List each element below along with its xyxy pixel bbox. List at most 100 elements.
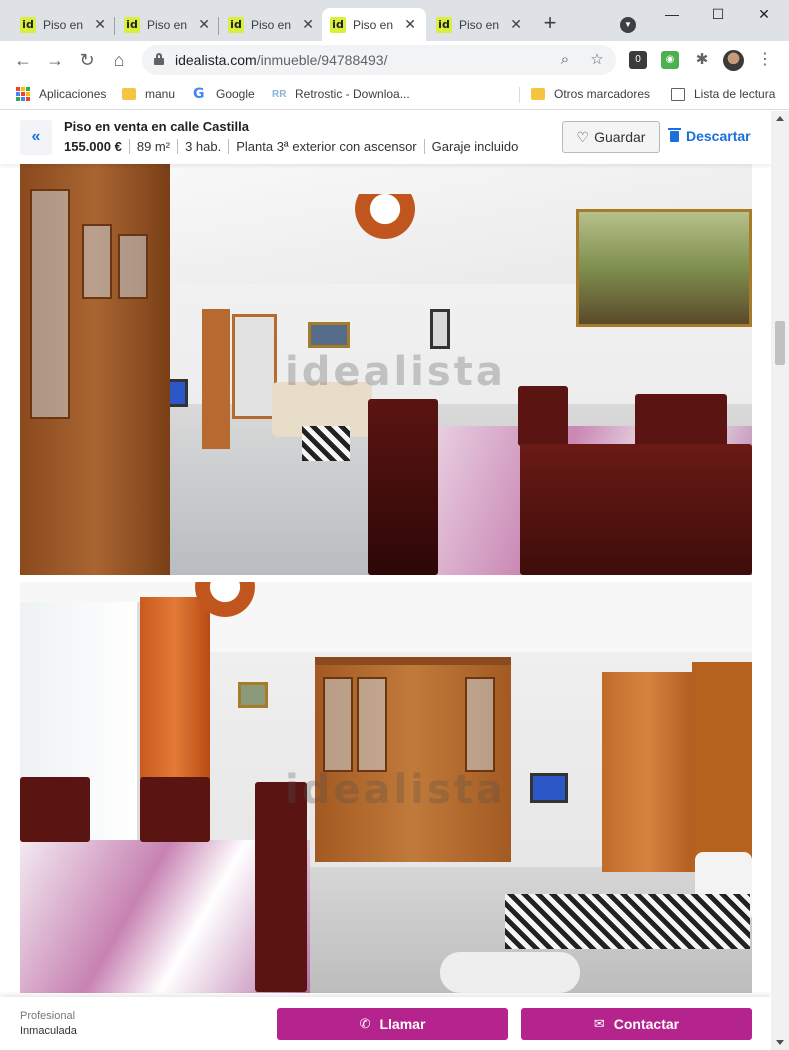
listing-price: 155.000 € (64, 139, 122, 154)
home-icon[interactable]: ⌂ (108, 50, 130, 72)
watermark-text: idealista (285, 349, 506, 395)
listing-floor: Planta 3ª exterior con ascensor (236, 139, 417, 154)
photo-door (602, 672, 692, 872)
contact-bar: Profesional Inmaculada ✆ Llamar ✉ Contac… (0, 997, 771, 1050)
bookmark-retrostic[interactable]: RR Retrostic - Downloa... (272, 85, 410, 103)
listing-rooms: 3 hab. (185, 139, 222, 154)
photo-ceiling-lamp (350, 194, 420, 244)
chat-icon: ✉ (593, 1016, 605, 1031)
bookmark-label: Retrostic - Downloa... (295, 87, 410, 101)
page-viewport: « Piso en venta en calle Castilla 155.00… (0, 111, 789, 1050)
photo-coffee-table (302, 426, 350, 461)
save-button[interactable]: ♡ Guardar (562, 121, 660, 153)
heart-icon: ♡ (576, 128, 590, 145)
retrostic-icon: RR (272, 88, 287, 100)
minimize-window-icon[interactable]: — (662, 6, 682, 26)
photo-chair (518, 386, 568, 446)
browser-tab-active[interactable]: id Piso en ✕ (322, 8, 426, 41)
photo-wall-unit (315, 657, 511, 862)
bookmark-manu[interactable]: manu (122, 85, 175, 103)
bookmark-star-icon[interactable]: ☆ (588, 51, 606, 69)
folder-icon (122, 88, 136, 100)
listing-photo-dining-room[interactable]: idealista (20, 164, 752, 575)
scroll-down-arrow-icon[interactable] (776, 1040, 784, 1045)
photo-coffee-table (505, 894, 750, 949)
photo-chair (520, 444, 752, 575)
photo-painting (238, 682, 268, 708)
photo-chair (368, 399, 438, 575)
photo-painting (430, 309, 450, 349)
close-window-icon[interactable]: ✕ (754, 6, 774, 26)
tab-title: Piso en (459, 17, 500, 32)
back-double-chevron-icon[interactable]: « (20, 120, 52, 155)
tab-title: Piso en (147, 17, 188, 32)
photo-chair (255, 782, 307, 992)
call-label: Llamar (379, 1016, 426, 1032)
browser-menu-icon[interactable]: ⋮ (757, 50, 773, 70)
close-tab-icon[interactable]: ✕ (404, 17, 416, 31)
close-tab-icon[interactable]: ✕ (198, 17, 210, 31)
contact-button[interactable]: ✉ Contactar (521, 1008, 752, 1040)
close-tab-icon[interactable]: ✕ (510, 17, 522, 31)
back-arrow-icon[interactable]: ← (12, 50, 34, 72)
bookmarks-bar: Aplicaciones manu G Google RR Retrostic … (0, 79, 789, 110)
contact-label: Contactar (613, 1016, 680, 1032)
bookmark-google[interactable]: G Google (193, 85, 255, 103)
puzzle-extensions-icon[interactable]: ✱ (693, 51, 711, 69)
call-button[interactable]: ✆ Llamar (277, 1008, 508, 1040)
photo-pillow (440, 952, 580, 993)
save-label: Guardar (594, 129, 646, 145)
close-tab-icon[interactable]: ✕ (94, 17, 106, 31)
scrollbar-thumb[interactable] (775, 321, 785, 365)
lock-icon[interactable] (154, 53, 164, 65)
page-scrollbar[interactable] (771, 111, 789, 1050)
browser-tab[interactable]: id Piso en ✕ (220, 8, 324, 41)
extension-icon[interactable]: ◉ (661, 51, 679, 69)
photo-ceiling-lamp (190, 582, 260, 622)
bookmark-apps[interactable]: Aplicaciones (16, 85, 106, 103)
url-text[interactable]: idealista.com/inmueble/94788493/ (175, 52, 387, 68)
listing-photo-living-room[interactable]: idealista (20, 582, 752, 993)
bookmark-reading-list[interactable]: Lista de lectura (671, 85, 775, 103)
photo-chair (20, 777, 90, 842)
extension-icon[interactable]: 0 (629, 51, 647, 69)
photo-door (692, 662, 752, 872)
browser-tab-strip: id Piso en ✕ id Piso en ✕ id Piso en ✕ i… (0, 0, 789, 41)
maximize-window-icon[interactable]: ☐ (708, 6, 728, 26)
divider (177, 139, 179, 154)
scroll-up-arrow-icon[interactable] (776, 116, 784, 121)
url-path: /inmueble/94788493/ (256, 52, 388, 68)
new-tab-button[interactable]: + (539, 12, 561, 35)
bookmark-label: Aplicaciones (39, 87, 107, 101)
tab-separator (114, 17, 115, 35)
bookmark-label: Lista de lectura (694, 87, 776, 101)
photo-door (202, 309, 230, 449)
bookmark-label: manu (145, 87, 176, 101)
phone-icon: ✆ (359, 1016, 371, 1031)
photo-painting-landscape (576, 209, 752, 327)
address-bar[interactable]: idealista.com/inmueble/94788493/ ⌕ ☆ (142, 45, 616, 75)
photo-chair (140, 777, 210, 842)
photo-tv (530, 773, 568, 803)
profile-avatar[interactable] (723, 50, 744, 71)
apps-grid-icon (16, 87, 30, 101)
bookmark-other[interactable]: Otros marcadores (531, 85, 650, 103)
discard-button[interactable]: Descartar (668, 127, 751, 144)
close-tab-icon[interactable]: ✕ (302, 17, 314, 31)
listing-summary: 155.000 € 89 m² 3 hab. Planta 3ª exterio… (64, 139, 522, 154)
photo-cabinet (20, 164, 170, 575)
browser-tab[interactable]: id Piso en ✕ (116, 8, 220, 41)
browser-tab[interactable]: id Piso en ✕ (428, 8, 532, 41)
tab-title: Piso en (353, 17, 394, 32)
listing-title: Piso en venta en calle Castilla (64, 119, 249, 134)
browser-tab[interactable]: id Piso en ✕ (12, 8, 116, 41)
tab-title: Piso en (43, 17, 84, 32)
google-icon: G (193, 86, 205, 102)
zoom-icon[interactable]: ⌕ (556, 51, 574, 69)
forward-arrow-icon[interactable]: → (44, 50, 66, 72)
reload-icon[interactable]: ↻ (76, 50, 98, 72)
divider (423, 139, 425, 154)
tab-title: Piso en (251, 17, 292, 32)
browser-toolbar: ← → ↻ ⌂ idealista.com/inmueble/94788493/… (0, 41, 789, 79)
tab-search-icon[interactable]: ▼ (620, 17, 636, 33)
